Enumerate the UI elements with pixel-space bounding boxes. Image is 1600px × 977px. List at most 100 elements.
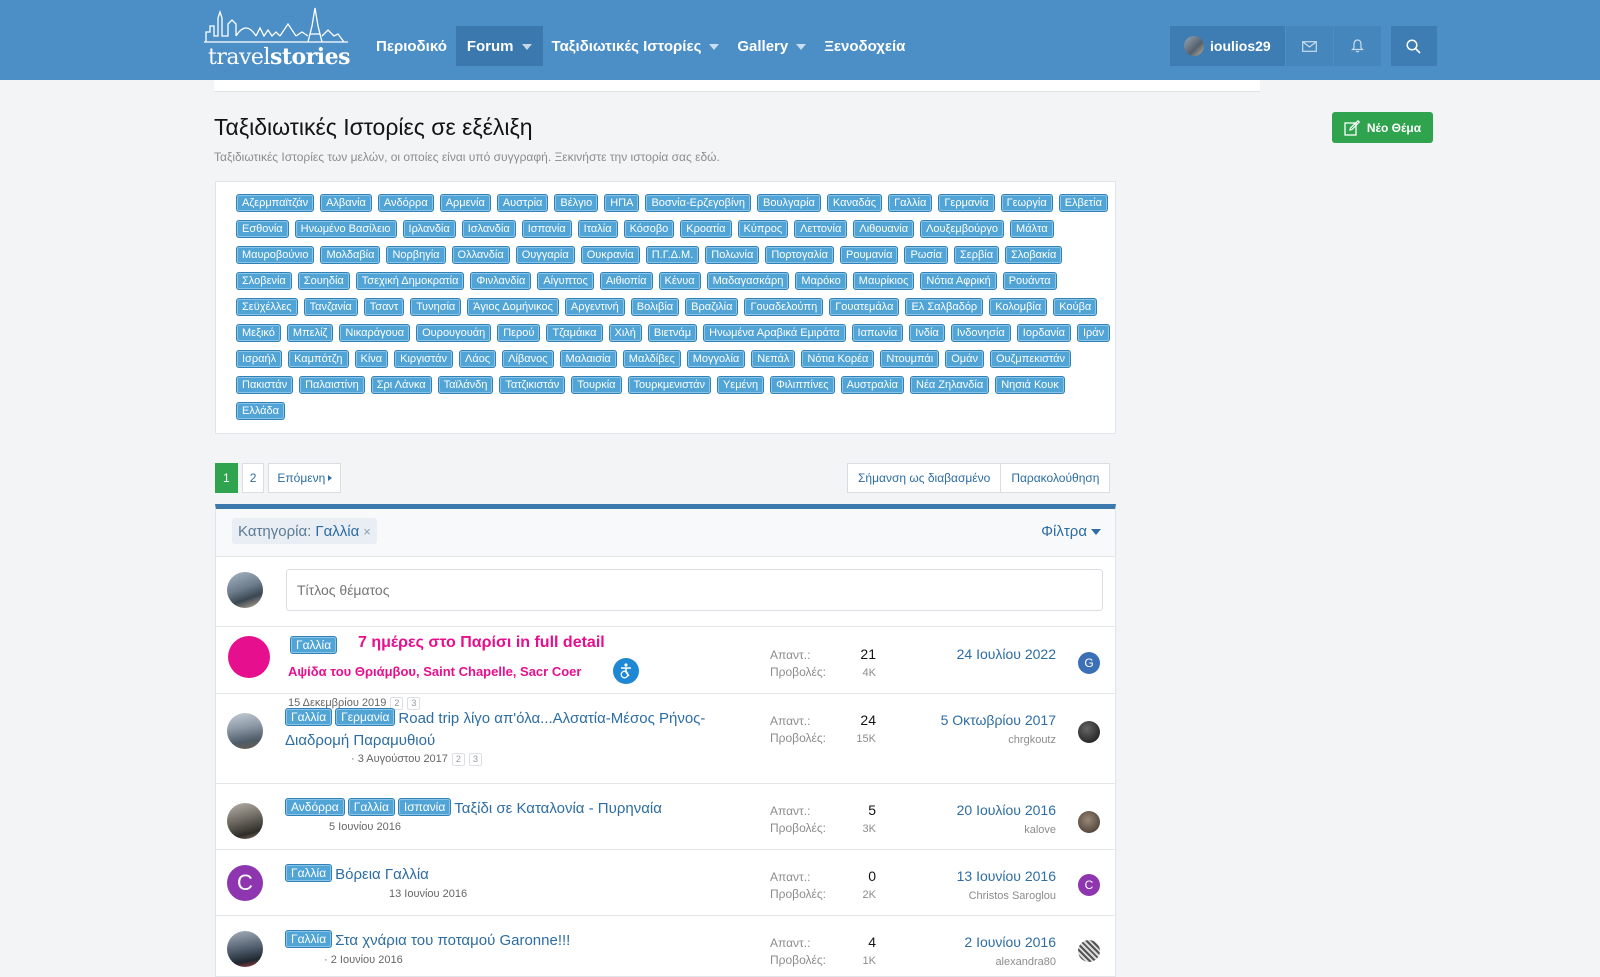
prefix-tag[interactable]: Μαρόκο <box>795 272 847 290</box>
account-menu[interactable]: ioulios29 <box>1170 26 1285 66</box>
prefix-tag[interactable]: Ντουμπάι <box>880 350 940 368</box>
prefix-tag[interactable]: Τσεχική Δημοκρατία <box>355 272 465 290</box>
prefix-tag[interactable]: Καμπότζη <box>288 350 349 368</box>
prefix-tag[interactable]: Τσαντ <box>363 298 405 316</box>
prefix-tag[interactable]: Λίβανος <box>502 350 554 368</box>
prefix-tag[interactable]: Μαυροβούνιο <box>236 246 315 264</box>
prefix-tag[interactable]: Νότια Κορέα <box>801 350 875 368</box>
prefix-tag[interactable]: Γαλλία <box>285 708 333 726</box>
prefix-tag[interactable]: Σεϋχέλλες <box>236 298 298 316</box>
prefix-tag[interactable]: Βολιβία <box>630 298 680 316</box>
prefix-tag[interactable]: Λάος <box>458 350 497 368</box>
prefix-tag[interactable]: Μάλτα <box>1010 220 1054 238</box>
prefix-tag[interactable]: Αυστραλία <box>840 376 904 394</box>
prefix-tag[interactable]: Ρωσία <box>904 246 948 264</box>
prefix-tag[interactable]: Ανδόρρα <box>285 798 345 816</box>
prefix-tag[interactable]: Κίνα <box>354 350 389 368</box>
prefix-tag[interactable]: Τατζικιστάν <box>499 376 566 394</box>
prefix-tag[interactable]: Σλοβενία <box>236 272 292 290</box>
prefix-tag[interactable]: Γαλλία <box>290 636 338 654</box>
prefix-tag[interactable]: Αρμενία <box>439 194 491 212</box>
thread-title[interactable]: Γαλλία Γερμανία Road trip λίγο απ'όλα...Αλ… <box>285 708 755 752</box>
table-row[interactable]: Γαλλία Στα χνάρια του ποταμού Garonne!!! … <box>216 916 1115 976</box>
prefix-tag[interactable]: Π.Γ.Δ.Μ. <box>645 246 700 264</box>
nav-item-hotels[interactable]: Ξενοδοχεία <box>815 26 914 66</box>
prefix-tag[interactable]: Ουζμπεκιστάν <box>989 350 1072 368</box>
watch-button[interactable]: Παρακολούθηση <box>1001 463 1111 493</box>
last-post[interactable]: 20 Ιουλίου 2016 kalove <box>856 801 1056 839</box>
prefix-tag[interactable]: Ισπανία <box>397 798 452 816</box>
prefix-tag[interactable]: Ιαπωνία <box>851 324 904 342</box>
table-row[interactable]: Γαλλία 7 ημέρες στο Παρίσι in full detai… <box>216 628 1115 694</box>
alerts-button[interactable] <box>1333 26 1381 66</box>
prefix-tag[interactable]: Τουρκμενιστάν <box>627 376 711 394</box>
mark-read-button[interactable]: Σήμανση ως διαβασμένο <box>847 463 1002 493</box>
prefix-tag[interactable]: Ηνωμένα Αραβικά Εμιράτα <box>703 324 846 342</box>
thread-title-input[interactable] <box>286 569 1103 611</box>
prefix-tag[interactable]: Μπελίζ <box>286 324 334 342</box>
avatar[interactable] <box>1078 940 1100 962</box>
prefix-tag[interactable]: Κιργιστάν <box>394 350 453 368</box>
avatar[interactable] <box>227 713 263 749</box>
prefix-tag[interactable]: Ανδόρρα <box>377 194 434 212</box>
prefix-tag[interactable]: Ιρλανδία <box>402 220 456 238</box>
prefix-tag[interactable]: Άγιος Δομήνικος <box>467 298 559 316</box>
thread-title[interactable]: Γαλλία Στα χνάρια του ποταμού Garonne!!! <box>285 930 570 952</box>
prefix-tag[interactable]: Καναδάς <box>826 194 883 212</box>
prefix-tag[interactable]: Λεττονία <box>794 220 848 238</box>
nav-item-forum[interactable]: Forum <box>455 26 543 66</box>
next-page-button[interactable]: Επόμενη <box>268 463 342 493</box>
prefix-tag[interactable]: Βιετνάμ <box>647 324 698 342</box>
prefix-tag[interactable]: Σλοβακία <box>1005 246 1063 264</box>
prefix-tag[interactable]: Υεμένη <box>716 376 765 394</box>
prefix-tag[interactable]: Ουγγαρία <box>515 246 575 264</box>
prefix-tag[interactable]: Ινδία <box>909 324 945 342</box>
prefix-tag[interactable]: Ρουμανία <box>839 246 899 264</box>
prefix-tag[interactable]: Σρι Λάνκα <box>370 376 432 394</box>
prefix-tag[interactable]: Μαλαισία <box>559 350 617 368</box>
prefix-tag[interactable]: Μογγολία <box>686 350 746 368</box>
table-row[interactable]: Ανδόρρα Γαλλία Ισπανία Ταξίδι σε Καταλονία … <box>216 784 1115 850</box>
prefix-tag[interactable]: Γαλλία <box>888 194 933 212</box>
prefix-tag[interactable]: Σουηδία <box>297 272 350 290</box>
prefix-tag[interactable]: Ιράν <box>1076 324 1111 342</box>
prefix-tag[interactable]: Ισραήλ <box>236 350 283 368</box>
prefix-tag[interactable]: Μαλδίβες <box>622 350 681 368</box>
last-post[interactable]: 24 Ιουλίου 2022 <box>856 645 1056 664</box>
prefix-tag[interactable]: Ιταλία <box>577 220 618 238</box>
prefix-tag[interactable]: Μαυρίκιος <box>852 272 915 290</box>
prefix-tag[interactable]: Μεξικό <box>236 324 281 342</box>
search-button[interactable] <box>1390 26 1437 66</box>
prefix-tag[interactable]: Βοσνία-Ερζεγοβίνη <box>645 194 752 212</box>
thread-title[interactable]: Γαλλία Βόρεια Γαλλία <box>285 864 429 886</box>
filters-dropdown[interactable]: Φίλτρα <box>1041 523 1101 540</box>
prefix-tag[interactable]: Τανζανία <box>303 298 358 316</box>
prefix-tag[interactable]: Αυστρία <box>496 194 549 212</box>
prefix-tag[interactable]: Αίγυπτος <box>537 272 594 290</box>
avatar[interactable]: G <box>1078 652 1100 674</box>
prefix-tag[interactable]: Νορβηγία <box>386 246 446 264</box>
prefix-tag[interactable]: Βραζιλία <box>685 298 739 316</box>
avatar[interactable]: C <box>227 865 263 901</box>
prefix-tag[interactable]: Κένυα <box>658 272 701 290</box>
prefix-tag[interactable]: Λιθουανία <box>853 220 915 238</box>
chevron-down-icon[interactable] <box>796 43 807 50</box>
prefix-tag[interactable]: Πολωνία <box>705 246 760 264</box>
prefix-tag[interactable]: Γερμανία <box>335 708 396 726</box>
prefix-tag[interactable]: Νικαράγουα <box>339 324 411 342</box>
prefix-tag[interactable]: Τουρκία <box>571 376 622 394</box>
avatar[interactable]: C <box>1078 874 1100 896</box>
avatar[interactable] <box>228 636 270 678</box>
last-post[interactable]: 2 Ιουνίου 2016 alexandra80 <box>856 933 1056 971</box>
chevron-down-icon[interactable] <box>709 43 720 50</box>
avatar[interactable] <box>227 803 263 839</box>
prefix-tag[interactable]: Ρουάντα <box>1002 272 1057 290</box>
prefix-tag[interactable]: Λουξεμβούργο <box>920 220 1005 238</box>
nav-item-gallery[interactable]: Gallery <box>728 26 815 66</box>
prefix-tag[interactable]: Αιθιοπία <box>599 272 653 290</box>
prefix-tag[interactable]: Γεωργία <box>1000 194 1053 212</box>
prefix-tag[interactable]: Ουρουγουάη <box>416 324 492 342</box>
prefix-tag[interactable]: Ολλανδία <box>451 246 510 264</box>
prefix-tag[interactable]: Μαδαγασκάρη <box>706 272 790 290</box>
avatar[interactable] <box>1078 811 1100 833</box>
